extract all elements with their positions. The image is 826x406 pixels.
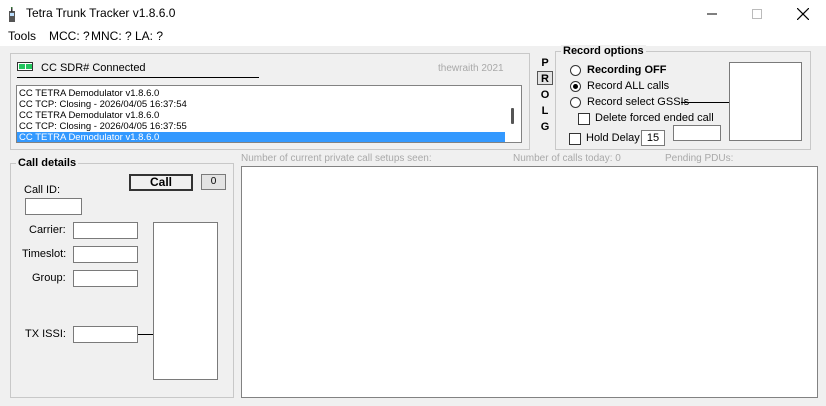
log-line[interactable]: CC TETRA Demodulator v1.8.6.0 xyxy=(17,88,505,99)
led-green-icon xyxy=(26,64,32,69)
private-setups-stat: Number of current private call setups se… xyxy=(241,153,432,164)
connection-status: CC SDR# Connected xyxy=(41,62,146,74)
r-button[interactable]: R xyxy=(537,71,553,85)
tx-issi-label: TX ISSI: xyxy=(25,328,66,340)
call-details-title: Call details xyxy=(16,157,79,169)
hold-delay-label[interactable]: Hold Delay xyxy=(586,132,640,144)
delete-forced-checkbox[interactable] xyxy=(578,113,590,125)
app-icon xyxy=(9,7,15,22)
log-line[interactable]: CC TCP: Closing - 2026/04/05 16:37:54 xyxy=(17,99,505,110)
window-title: Tetra Trunk Tracker v1.8.6.0 xyxy=(26,6,176,20)
log-list: CC TETRA Demodulator v1.8.6.0 CC TCP: Cl… xyxy=(17,88,505,142)
carrier-label: Carrier: xyxy=(29,224,66,236)
minimize-icon xyxy=(707,13,717,15)
timeslot-label: Timeslot: xyxy=(22,248,67,260)
delete-forced-label[interactable]: Delete forced ended call xyxy=(595,112,714,124)
record-select-radio[interactable] xyxy=(570,97,581,108)
group-label: Group: xyxy=(32,272,66,284)
mnc-label: MNC: ? xyxy=(91,29,132,43)
menu-tools[interactable]: Tools xyxy=(8,29,36,43)
o-button[interactable]: O xyxy=(537,88,553,102)
record-select-label[interactable]: Record select GSSIs xyxy=(587,96,689,108)
log-line[interactable]: CC TCP: Closing - 2026/04/05 16:37:55 xyxy=(17,121,505,132)
hold-delay-checkbox[interactable] xyxy=(569,133,581,145)
p-button[interactable]: P xyxy=(537,56,553,70)
maximize-icon xyxy=(752,9,762,19)
connection-led xyxy=(17,62,33,71)
led-green-icon xyxy=(19,64,25,69)
menu-bar: Tools MCC: ? MNC: ? LA: ? xyxy=(0,28,826,46)
carrier-input[interactable] xyxy=(73,222,138,239)
scrollbar-thumb[interactable] xyxy=(511,108,514,124)
call-count: 0 xyxy=(201,174,226,190)
close-button[interactable] xyxy=(780,0,826,28)
g-button[interactable]: G xyxy=(537,120,553,134)
log-listbox[interactable]: CC TETRA Demodulator v1.8.6.0 CC TCP: Cl… xyxy=(16,85,522,143)
divider xyxy=(17,77,259,78)
watermark: thewraith 2021 xyxy=(438,63,504,74)
issi-list[interactable] xyxy=(153,222,218,380)
hold-delay-input[interactable]: 15 xyxy=(641,130,665,146)
log-line-selected[interactable]: CC TETRA Demodulator v1.8.6.0 xyxy=(17,132,505,142)
pending-pdus-stat: Pending PDUs: xyxy=(665,153,734,164)
calls-today-stat: Number of calls today: 0 xyxy=(513,153,621,164)
title-bar: Tetra Trunk Tracker v1.8.6.0 xyxy=(0,0,826,28)
recording-off-radio[interactable] xyxy=(570,65,581,76)
record-all-radio[interactable] xyxy=(570,81,581,92)
gssi-input[interactable] xyxy=(673,125,721,141)
connector-line xyxy=(681,102,729,103)
close-icon xyxy=(797,8,809,20)
call-id-label: Call ID: xyxy=(24,184,61,196)
la-label: LA: ? xyxy=(135,29,164,43)
connector-line xyxy=(138,334,153,335)
record-options-title: Record options xyxy=(561,45,646,57)
gssi-list[interactable] xyxy=(729,62,802,141)
timeslot-input[interactable] xyxy=(73,246,138,263)
log-line[interactable]: CC TETRA Demodulator v1.8.6.0 xyxy=(17,110,505,121)
mcc-label: MCC: ? xyxy=(49,29,90,43)
call-button[interactable]: Call xyxy=(129,174,193,191)
tx-issi-input[interactable] xyxy=(73,326,138,343)
main-call-panel[interactable] xyxy=(241,166,818,398)
maximize-button[interactable] xyxy=(734,0,780,28)
call-id-input[interactable] xyxy=(25,198,82,215)
minimize-button[interactable] xyxy=(689,0,735,28)
record-all-label[interactable]: Record ALL calls xyxy=(587,80,669,92)
l-button[interactable]: L xyxy=(537,104,553,118)
group-input[interactable] xyxy=(73,270,138,287)
recording-off-label[interactable]: Recording OFF xyxy=(587,64,666,76)
